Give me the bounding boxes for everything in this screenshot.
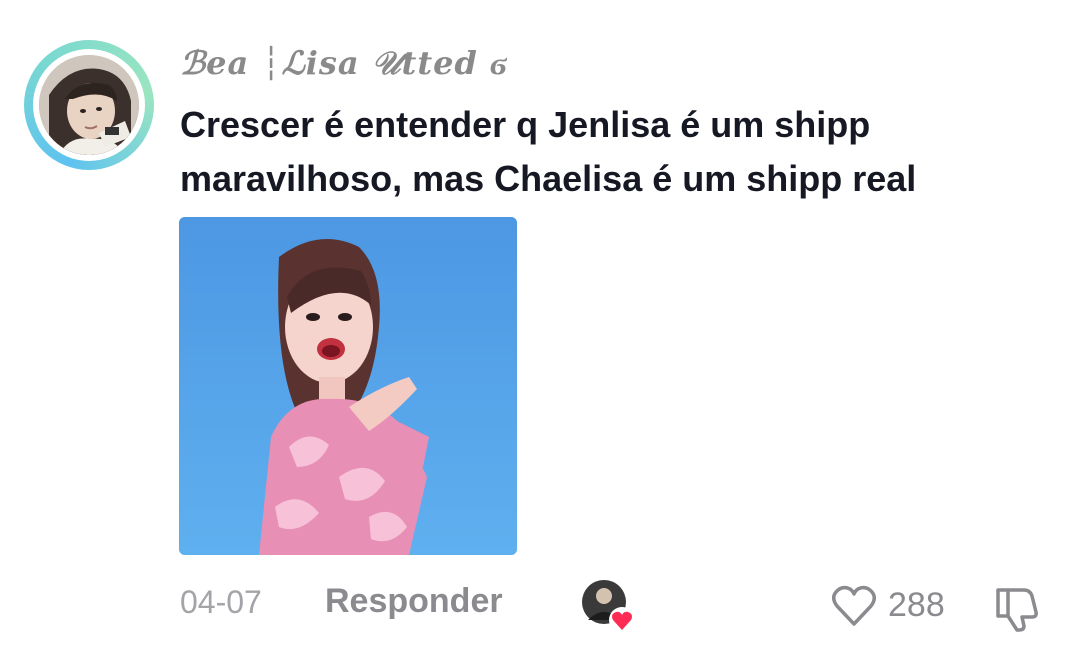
- creator-liked-avatar-heart: [582, 580, 635, 633]
- dislike-button[interactable]: [990, 584, 1042, 632]
- reply-button[interactable]: Responder: [325, 582, 503, 621]
- avatar-border: [33, 49, 145, 161]
- creator-liked-badge: [582, 580, 635, 633]
- avatar-photo: [39, 55, 139, 155]
- avatar-illustration: [39, 55, 139, 155]
- comment-date: 04-07: [180, 584, 262, 620]
- avatar[interactable]: [24, 40, 154, 170]
- comment-image-illustration: [179, 217, 517, 555]
- heart-outline-icon: [832, 585, 876, 626]
- comment-text: Crescer é entender q Jenlisa é um shipp …: [180, 104, 917, 199]
- thumbs-down-icon: [996, 588, 1038, 632]
- like-count: 288: [888, 586, 945, 624]
- like-button[interactable]: [830, 584, 878, 628]
- username[interactable]: ℬea ┆ℒisa 𝒰tted ϭ: [180, 44, 508, 88]
- comment-image[interactable]: [179, 217, 517, 555]
